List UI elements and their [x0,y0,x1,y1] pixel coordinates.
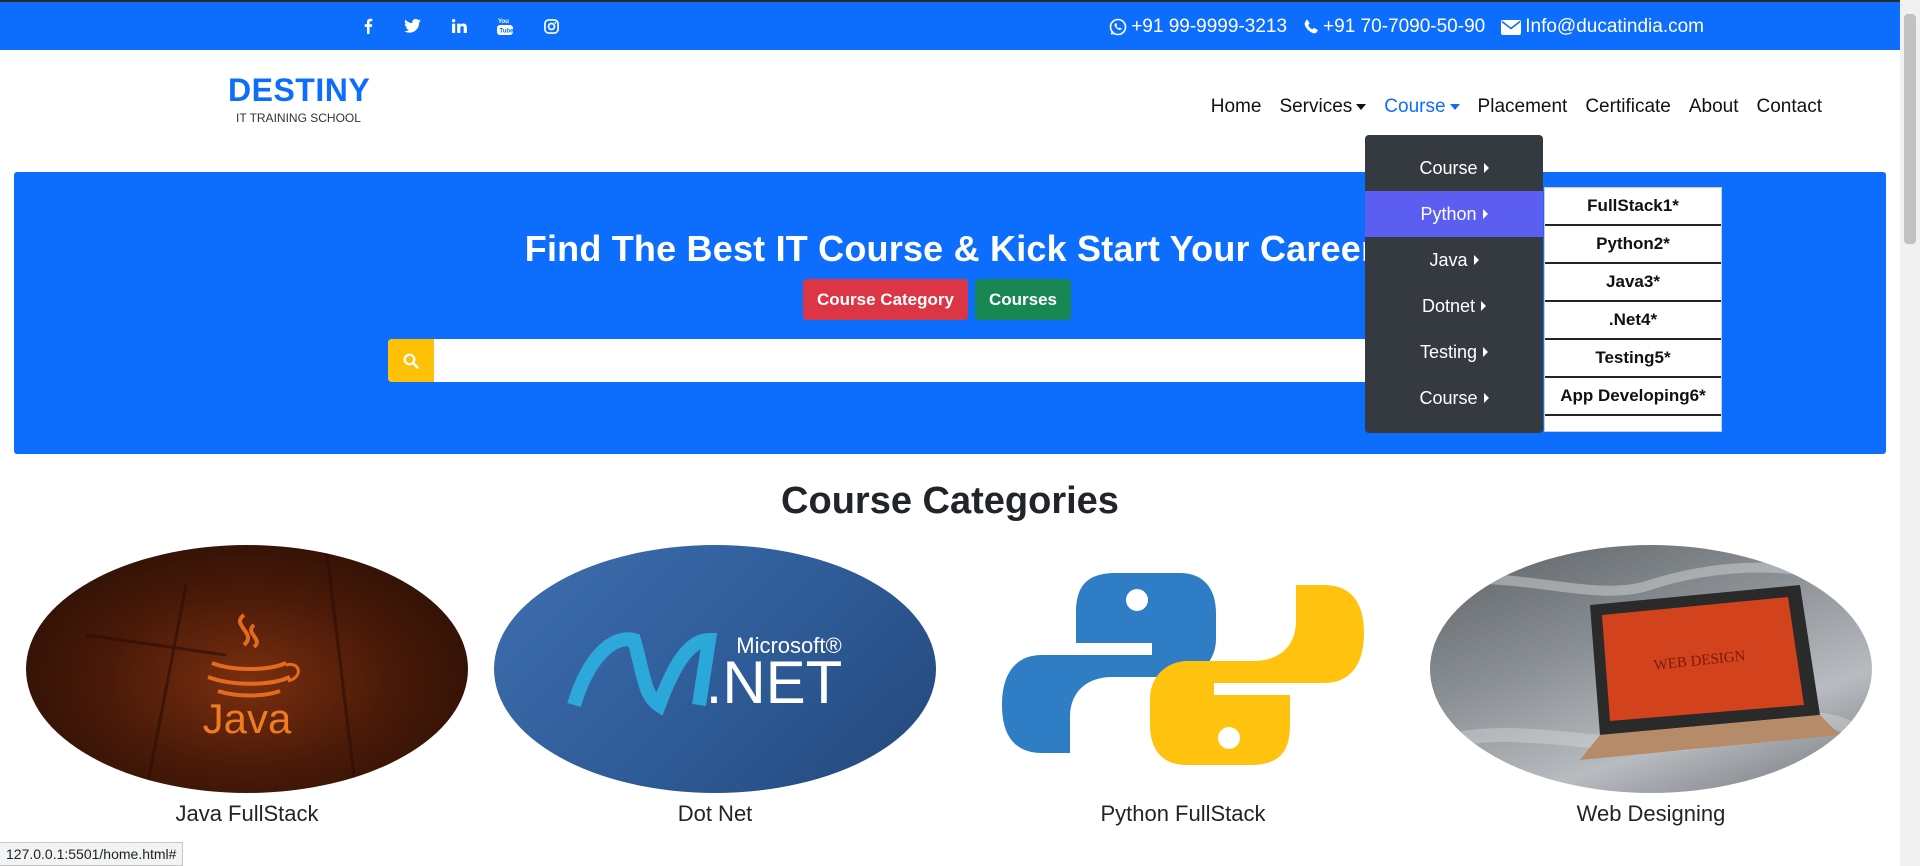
nav-certificate-label: Certificate [1585,96,1671,117]
phone-number-2: +91 70-7090-50-90 [1323,16,1486,37]
dropdown-item-course-2[interactable]: Course [1365,375,1543,421]
nav-course[interactable]: Course [1384,96,1460,118]
facebook-icon[interactable] [356,16,380,36]
email-contact[interactable]: Info@ducatindia.com [1501,16,1704,38]
caret-right-icon [1482,209,1488,219]
caret-right-icon [1483,393,1489,403]
nav-about-label: About [1688,96,1739,117]
dropdown-item-java[interactable]: Java [1365,237,1543,283]
java-logo-text: Java [203,695,292,742]
nav-placement-label: Placement [1477,96,1568,117]
brand-subtitle: IT TRAINING SCHOOL [236,111,361,125]
java-logo-image: Java [26,545,468,793]
svg-text:You: You [498,19,509,25]
caret-right-icon [1483,347,1489,357]
search-icon[interactable] [388,339,434,382]
brand-title: DESTINY [228,72,371,108]
category-card-python[interactable]: Python FullStack [962,545,1404,827]
dropdown-item-dotnet[interactable]: Dotnet [1365,283,1543,329]
course-category-button[interactable]: Course Category [803,279,968,320]
submenu-item-java[interactable]: Java3* [1545,264,1721,302]
category-card-web-design[interactable]: WEB DESIGN Web Designing [1430,545,1872,827]
caret-down-icon [1356,104,1367,110]
python-submenu: FullStack1* Python2* Java3* .Net4* Testi… [1544,187,1722,432]
nav-home[interactable]: Home [1211,96,1262,118]
top-contact-bar: You Tube +91 99-9999-3213 +91 70-7090-50-… [0,0,1900,50]
caret-right-icon [1481,301,1487,311]
category-label: Python FullStack [1100,801,1266,826]
email-address: Info@ducatindia.com [1525,16,1704,37]
hero-buttons: Course Category Courses [803,279,1072,320]
dropdown-item-label: Dotnet [1421,295,1476,316]
nav-course-label: Course [1384,96,1446,117]
main-nav: Home Services Course Placement Certifica… [1211,96,1822,118]
dropdown-item-label: Testing [1419,341,1478,362]
nav-certificate[interactable]: Certificate [1585,96,1671,118]
phone-contact[interactable]: +91 70-7090-50-90 [1303,16,1485,38]
brand-logo[interactable]: DESTINY IT TRAINING SCHOOL [228,72,370,125]
course-categories-title: Course Categories [781,480,1119,522]
dropdown-item-label: Course [1419,157,1478,178]
category-card-dotnet[interactable]: .NET Microsoft® Dot Net [494,545,936,827]
nav-placement[interactable]: Placement [1478,96,1568,118]
browser-status-url: 127.0.0.1:5501/home.html# [0,842,184,866]
dropdown-item-label: Java [1429,249,1468,270]
category-label: Java FullStack [175,801,319,826]
instagram-icon[interactable] [539,16,563,36]
nav-home-label: Home [1210,96,1262,117]
nav-services[interactable]: Services [1279,96,1367,118]
dropdown-item-label: Course [1419,387,1478,408]
phone-icon [1304,19,1318,34]
scrollbar-thumb[interactable] [1904,14,1916,244]
caret-down-icon [1449,104,1460,110]
nav-about[interactable]: About [1689,96,1739,118]
twitter-icon[interactable] [400,16,424,36]
whatsapp-icon [1109,18,1127,36]
page-scrollbar[interactable] [1900,0,1920,866]
dotnet-logo-text: .NET [706,649,843,716]
whatsapp-contact[interactable]: +91 99-9999-3213 [1109,16,1287,38]
category-label: Web Designing [1576,801,1726,826]
submenu-item-app-developing[interactable]: App Developing6* [1545,378,1721,416]
category-label: Dot Net [677,801,753,826]
caret-right-icon [1483,163,1489,173]
nav-contact-label: Contact [1756,96,1822,117]
dropdown-item-testing[interactable]: Testing [1365,329,1543,375]
nav-contact[interactable]: Contact [1757,96,1822,118]
dropdown-item-python[interactable]: Python [1365,191,1543,237]
dropdown-item-label: Python [1420,203,1477,224]
microsoft-logo-text: Microsoft® [736,633,841,658]
courses-button[interactable]: Courses [974,279,1072,320]
youtube-icon[interactable]: You Tube [493,16,517,36]
submenu-item-python[interactable]: Python2* [1545,226,1721,264]
dotnet-logo-image: .NET Microsoft® [494,545,936,793]
submenu-item-fullstack[interactable]: FullStack1* [1545,188,1721,226]
caret-right-icon [1473,255,1479,265]
linkedin-icon[interactable] [447,16,471,36]
course-dropdown-menu: Course Python Java Dotnet Testing Course [1365,135,1543,433]
submenu-item-dotnet[interactable]: .Net4* [1545,302,1721,340]
envelope-icon [1501,19,1522,35]
svg-text:Tube: Tube [500,29,514,35]
python-logo-image [962,545,1404,793]
phone-number-1: +91 99-9999-3213 [1131,16,1288,37]
submenu-item-testing[interactable]: Testing5* [1545,340,1721,378]
web-design-image: WEB DESIGN [1430,545,1872,793]
search-input[interactable] [434,339,1388,382]
contact-info: +91 99-9999-3213 +91 70-7090-50-90 Info@… [1109,16,1704,38]
category-card-java[interactable]: Java Java FullStack [26,545,468,827]
nav-services-label: Services [1279,96,1353,117]
search-bar [388,339,1388,382]
dropdown-item-course[interactable]: Course [1365,145,1543,191]
